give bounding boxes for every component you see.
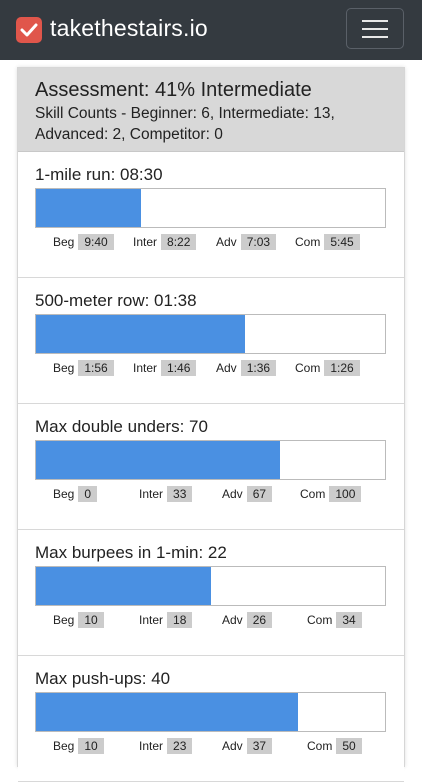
level-value: 7:03 xyxy=(240,234,277,250)
skill-progress-bar xyxy=(35,692,386,732)
level-beginner: Beg 1:56 xyxy=(53,360,114,376)
skill-label: Max double unders: 70 xyxy=(35,417,208,436)
level-competitor: Com 5:45 xyxy=(295,234,360,250)
level-competitor: Com 50 xyxy=(307,738,362,754)
level-value: 1:56 xyxy=(78,360,114,376)
level-value: 10 xyxy=(78,612,104,628)
progress-fill xyxy=(36,693,298,731)
level-beginner: Beg 9:40 xyxy=(53,234,114,250)
level-intermediate: Inter 8:22 xyxy=(133,234,197,250)
progress-fill xyxy=(36,189,141,227)
level-beginner: Beg 10 xyxy=(53,612,104,628)
skill-row: 1-mile run: 08:30 Beg 9:40 Inter 8:22 Adv 7… xyxy=(18,152,404,278)
level-value: 1:36 xyxy=(240,360,277,376)
level-value: 23 xyxy=(167,738,193,754)
skill-progress-bar xyxy=(35,188,386,228)
level-advanced: Adv 67 xyxy=(222,486,273,502)
level-competitor: Com 100 xyxy=(300,486,362,502)
progress-fill xyxy=(36,315,246,353)
level-value: 9:40 xyxy=(78,234,114,250)
level-intermediate: Inter 33 xyxy=(139,486,193,502)
skill-label: 1-mile run: 08:30 xyxy=(35,165,163,184)
level-value: 1:46 xyxy=(161,360,197,376)
skill-row: Max double unders: 70 Beg 0 Inter 33 Adv 67… xyxy=(18,404,404,530)
level-value: 50 xyxy=(336,738,362,754)
level-advanced: Adv 26 xyxy=(222,612,273,628)
level-competitor: Com 1:26 xyxy=(295,360,360,376)
level-advanced: Adv 7:03 xyxy=(216,234,277,250)
level-value: 37 xyxy=(246,738,273,754)
level-value: 26 xyxy=(246,612,273,628)
brand-name[interactable]: takethestairs.io xyxy=(50,15,208,42)
level-value: 18 xyxy=(167,612,193,628)
level-value: 0 xyxy=(78,486,98,502)
level-value: 10 xyxy=(78,738,104,754)
level-advanced: Adv 37 xyxy=(222,738,273,754)
skill-row: Max push-ups: 40 Beg 10 Inter 23 Adv 37 Com… xyxy=(18,656,404,782)
skill-progress-bar xyxy=(35,566,386,606)
level-value: 8:22 xyxy=(161,234,197,250)
skill-counts: Skill Counts - Beginner: 6, Intermediate… xyxy=(35,105,335,143)
skill-row: Max burpees in 1-min: 22 Beg 10 Inter 18 A… xyxy=(18,530,404,656)
progress-fill xyxy=(36,567,211,605)
level-intermediate: Inter 18 xyxy=(139,612,193,628)
menu-toggle-button[interactable] xyxy=(346,8,404,49)
level-beginner: Beg 0 xyxy=(53,486,98,502)
level-value: 34 xyxy=(336,612,362,628)
skill-progress-bar xyxy=(35,314,386,354)
assessment-panel: Assessment: 41% Intermediate Skill Count… xyxy=(17,67,405,782)
level-value: 1:26 xyxy=(324,360,360,376)
level-beginner: Beg 10 xyxy=(53,738,104,754)
skill-label: 500-meter row: 01:38 xyxy=(35,291,197,310)
skill-row: 500-meter row: 01:38 Beg 1:56 Inter 1:46 A… xyxy=(18,278,404,404)
skill-label: Max burpees in 1-min: 22 xyxy=(35,543,227,562)
level-value: 67 xyxy=(246,486,273,502)
assessment-header: Assessment: 41% Intermediate Skill Count… xyxy=(18,68,404,152)
progress-fill xyxy=(36,441,281,479)
navbar: takethestairs.io xyxy=(0,0,422,60)
check-square-icon[interactable] xyxy=(16,17,42,43)
skill-progress-bar xyxy=(35,440,386,480)
skill-label: Max push-ups: 40 xyxy=(35,669,171,688)
assessment-title: Assessment: 41% Intermediate xyxy=(35,79,312,101)
level-competitor: Com 34 xyxy=(307,612,362,628)
level-value: 5:45 xyxy=(324,234,360,250)
level-intermediate: Inter 23 xyxy=(139,738,193,754)
level-intermediate: Inter 1:46 xyxy=(133,360,197,376)
level-value: 33 xyxy=(167,486,193,502)
level-advanced: Adv 1:36 xyxy=(216,360,277,376)
level-value: 100 xyxy=(329,486,362,502)
